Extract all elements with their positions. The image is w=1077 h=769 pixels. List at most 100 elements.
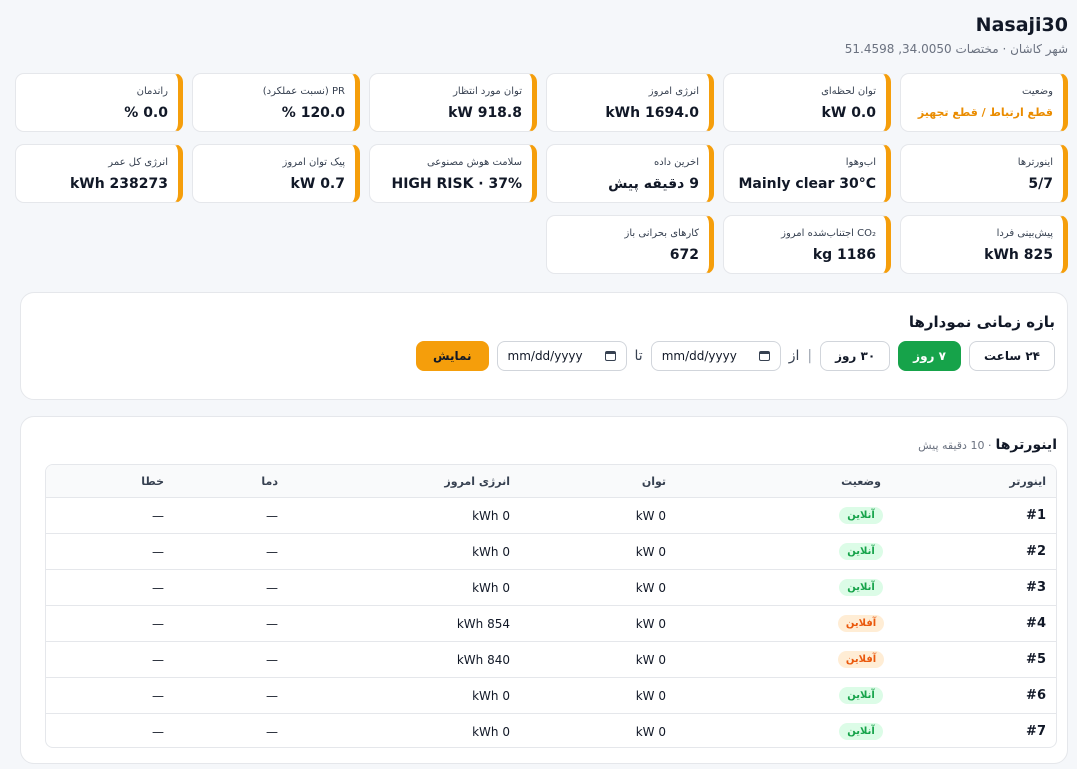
inverters-title: اینورترها xyxy=(995,437,1057,453)
kpi-label: کارهای بحرانی باز xyxy=(624,228,699,239)
kpi-label: اینورترها xyxy=(1017,157,1053,168)
to-date-placeholder: mm/dd/yyyy xyxy=(507,349,583,363)
kpi-card: وضعیت قطع ارتباط / قطع تجهیز xyxy=(900,73,1068,132)
status-cell: آنلاین xyxy=(836,498,886,533)
power-cell: 0 kW xyxy=(635,724,666,739)
kpi-label: PR (نسبت عملکرد) xyxy=(262,86,345,97)
inverter-id: #7 xyxy=(1026,724,1046,739)
from-label: از xyxy=(788,348,800,364)
kpi-value: 238273 kWh xyxy=(69,176,168,192)
chart-range-panel: بازه زمانی نمودارها ۲۴ ساعت ۷ روز ۳۰ روز… xyxy=(20,292,1068,400)
kpi-grid: وضعیت قطع ارتباط / قطع تجهیز توان لحظه‌ای 0… xyxy=(15,73,1068,274)
range-title: بازه زمانی نمودارها xyxy=(908,313,1055,331)
kpi-card: PR (نسبت عملکرد) 120.0 % xyxy=(192,73,360,132)
inverter-id: #6 xyxy=(1026,688,1046,703)
kpi-value: Mainly clear 30°C xyxy=(738,176,876,192)
status-cell: آفلاین xyxy=(836,606,886,641)
error-cell: — xyxy=(152,508,164,523)
power-cell: 0 kW xyxy=(635,544,666,559)
table-row: #4 0 kW 854 kWh — — آفلاین xyxy=(46,605,1056,641)
range-24h-button[interactable]: ۲۴ ساعت xyxy=(968,341,1055,371)
calendar-icon[interactable] xyxy=(604,351,616,361)
error-cell: — xyxy=(152,616,164,631)
range-7d-button[interactable]: ۷ روز xyxy=(898,341,961,371)
kpi-label: پیک توان امروز xyxy=(282,157,346,168)
kpi-card: راندمان 0.0 % xyxy=(15,73,183,132)
to-date-input[interactable]: mm/dd/yyyy xyxy=(496,341,627,371)
kpi-card: پیش‌بینی فردا 825 kWh xyxy=(900,215,1068,274)
status-badge: آنلاین xyxy=(839,723,883,740)
error-cell: — xyxy=(152,688,164,703)
energy-cell: 0 kWh xyxy=(472,724,510,739)
status-cell: آفلاین xyxy=(836,642,886,677)
table-row: #2 0 kW 0 kWh — — آنلاین xyxy=(46,533,1056,569)
range-controls: ۲۴ ساعت ۷ روز ۳۰ روز | از mm/dd/yyyy تا … xyxy=(415,341,1055,371)
kpi-value: 9 دقیقه پیش xyxy=(608,176,699,192)
kpi-value: 1694.0 kWh xyxy=(605,105,699,121)
status-badge: آنلاین xyxy=(839,543,883,560)
inverter-id: #5 xyxy=(1026,652,1046,667)
inverter-id: #3 xyxy=(1026,580,1046,595)
calendar-icon[interactable] xyxy=(758,351,770,361)
status-cell: آنلاین xyxy=(836,534,886,569)
inverters-updated: · 10 دقیقه پیش xyxy=(918,439,992,452)
kpi-card: CO₂ اجتناب‌شده امروز 1186 kg xyxy=(723,215,891,274)
kpi-card: کارهای بحرانی باز 672 xyxy=(546,215,714,274)
temp-cell: — xyxy=(266,652,278,667)
col-power: توان xyxy=(641,474,666,488)
kpi-card: انرژی کل عمر 238273 kWh xyxy=(15,144,183,203)
inverter-id: #1 xyxy=(1026,508,1046,523)
kpi-card: انرژی امروز 1694.0 kWh xyxy=(546,73,714,132)
kpi-value: 672 xyxy=(669,247,699,263)
kpi-value: 0.0 kW xyxy=(821,105,876,121)
col-inverter: اینورتر xyxy=(1009,474,1046,488)
energy-cell: 0 kWh xyxy=(472,580,510,595)
col-energy: انرژی امروز xyxy=(444,474,510,488)
energy-cell: 0 kWh xyxy=(472,688,510,703)
inverter-id: #4 xyxy=(1026,616,1046,631)
temp-cell: — xyxy=(266,688,278,703)
error-cell: — xyxy=(152,580,164,595)
temp-cell: — xyxy=(266,724,278,739)
table-row: #3 0 kW 0 kWh — — آنلاین xyxy=(46,569,1056,605)
status-badge: آنلاین xyxy=(839,687,883,704)
energy-cell: 0 kWh xyxy=(472,508,510,523)
kpi-label: سلامت هوش مصنوعی xyxy=(426,157,522,168)
status-badge: آنلاین xyxy=(839,579,883,596)
kpi-label: پیش‌بینی فردا xyxy=(996,228,1053,239)
kpi-value: 5/7 xyxy=(1028,176,1053,192)
power-cell: 0 kW xyxy=(635,508,666,523)
status-cell: آنلاین xyxy=(836,570,886,605)
kpi-label: وضعیت xyxy=(1022,86,1053,97)
kpi-card: توان لحظه‌ای 0.0 kW xyxy=(723,73,891,132)
inverters-panel: اینورترها · 10 دقیقه پیش اینورتر وضعیت ت… xyxy=(20,416,1068,764)
col-status: وضعیت xyxy=(841,474,881,488)
inverters-table: اینورتر وضعیت توان انرژی امروز دما خطا #… xyxy=(45,464,1057,748)
kpi-value: HIGH RISK · 37% xyxy=(391,176,522,192)
kpi-label: انرژی کل عمر xyxy=(108,157,168,168)
kpi-label: توان لحظه‌ای xyxy=(821,86,876,97)
inverters-header: اینورترها · 10 دقیقه پیش xyxy=(918,437,1057,453)
table-body: #1 0 kW 0 kWh — — آنلاین #2 0 kW 0 kWh — — آنلاین #3… xyxy=(46,497,1056,747)
temp-cell: — xyxy=(266,508,278,523)
kpi-label: آب‌وهوا xyxy=(845,157,876,168)
power-cell: 0 kW xyxy=(635,616,666,631)
site-subtitle: شهر کاشان · مختصات 34.0050, 51.4598 xyxy=(844,42,1068,56)
from-date-input[interactable]: mm/dd/yyyy xyxy=(650,341,781,371)
kpi-label: CO₂ اجتناب‌شده امروز xyxy=(781,228,876,239)
range-30d-button[interactable]: ۳۰ روز xyxy=(820,341,891,371)
kpi-value: 0.0 % xyxy=(124,105,168,121)
temp-cell: — xyxy=(266,616,278,631)
error-cell: — xyxy=(152,724,164,739)
inverter-id: #2 xyxy=(1026,544,1046,559)
temp-cell: — xyxy=(266,544,278,559)
range-separator: | xyxy=(807,348,813,364)
kpi-value: 0.7 kW xyxy=(290,176,345,192)
table-row: #6 0 kW 0 kWh — — آنلاین xyxy=(46,677,1056,713)
show-button[interactable]: نمایش xyxy=(415,341,489,371)
kpi-card: آخرین داده 9 دقیقه پیش xyxy=(546,144,714,203)
kpi-label: توان مورد انتظار xyxy=(453,86,522,97)
kpi-card: آب‌وهوا Mainly clear 30°C xyxy=(723,144,891,203)
energy-cell: 0 kWh xyxy=(472,544,510,559)
status-cell: آنلاین xyxy=(836,714,886,747)
